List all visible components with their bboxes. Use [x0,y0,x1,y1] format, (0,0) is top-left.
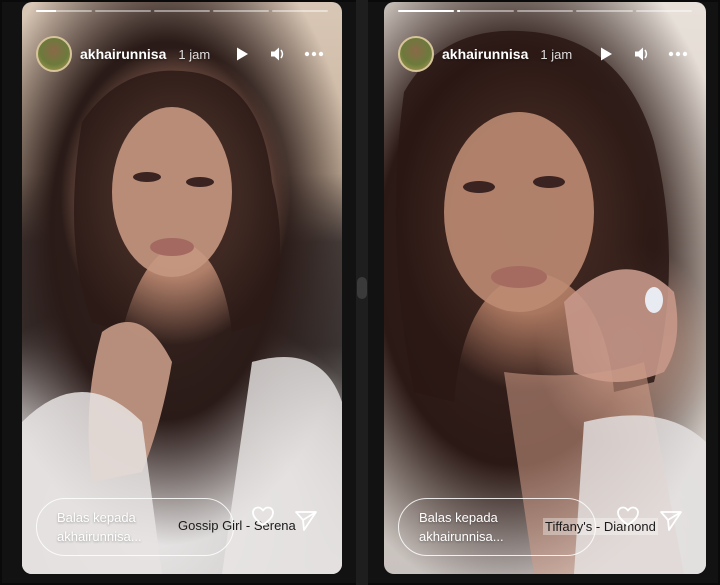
mute-button[interactable] [628,40,656,68]
play-icon [601,47,612,61]
post-time: 1 jam [540,46,573,62]
music-label[interactable]: Gossip Girl - Serena [178,518,296,533]
volume-icon [635,47,648,61]
story-footer: Balas kepada akhairunnisa... Tiffany's -… [398,498,692,556]
avatar[interactable] [36,36,72,72]
more-icon [668,51,688,57]
progress-segment [36,10,92,12]
like-button[interactable] [613,501,643,531]
progress-segment [516,10,574,12]
story-photo-shapes-2 [396,30,706,574]
story-footer: Balas kepada akhairunnisa... Gossip Girl… [36,498,328,556]
more-options-button[interactable] [300,40,328,68]
story-card-2[interactable]: akhairunnisa 1 jam Balas kepada akhairun… [384,2,706,574]
divider-handle[interactable] [357,277,367,299]
progress-segment [154,10,210,12]
progress-segment [635,10,693,12]
avatar[interactable] [398,36,434,72]
share-button[interactable] [656,506,686,536]
share-button[interactable] [291,506,321,536]
progress-segment [457,10,514,12]
more-options-button[interactable] [664,40,692,68]
story-progress-bar [36,10,328,12]
volume-icon [271,47,284,61]
play-icon [237,47,248,61]
story-header: akhairunnisa 1 jam [36,34,328,74]
mute-button[interactable] [264,40,292,68]
heart-icon [252,506,274,526]
more-icon [304,51,324,57]
story-header: akhairunnisa 1 jam [398,34,692,74]
play-button[interactable] [228,40,256,68]
story-photo-shapes-1 [22,70,342,574]
send-icon [660,511,682,531]
progress-segment [272,10,328,12]
story-card-1[interactable]: akhairunnisa 1 jam Balas kepada akhairun… [22,2,342,574]
username[interactable]: akhairunnisa [80,46,166,62]
post-time: 1 jam [178,46,211,62]
progress-segment [576,10,633,12]
play-button[interactable] [592,40,620,68]
progress-segment [213,10,269,12]
send-icon [295,511,317,531]
like-button[interactable] [248,501,278,531]
story-progress-bar [398,10,693,12]
heart-icon [617,506,639,526]
progress-segment [95,10,151,12]
progress-segment [398,10,455,12]
username[interactable]: akhairunnisa [442,46,528,62]
